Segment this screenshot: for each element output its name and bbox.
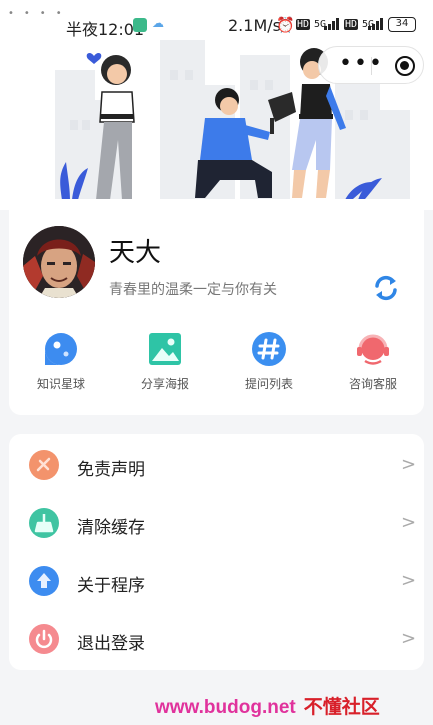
network-speed: 2.1M/s [228, 16, 281, 35]
menu-item-disclaimer[interactable]: 免责声明 > [9, 436, 424, 494]
status-bar: •••• 半夜12:01 ☁ 2.1M/s ⏰ HD 5G HD 5G 34 [0, 0, 433, 50]
user-signature: 青春里的温柔一定与你有关 [109, 282, 277, 298]
grid-item-label: 咨询客服 [348, 377, 397, 391]
grid-item-label: 提问列表 [244, 377, 293, 391]
settings-menu: 免责声明 > 清除缓存 > 关于程序 > 退出登录 > [9, 434, 424, 670]
planet-icon [43, 331, 79, 367]
hd-badge-1: HD [296, 19, 311, 30]
profile-card: 天大 青春里的温柔一定与你有关 知识星球 分享海报 提问列表 咨询客服 [9, 199, 424, 415]
feature-grid: 知识星球 分享海报 提问列表 咨询客服 [9, 331, 424, 401]
menu-item-about[interactable]: 关于程序 > [9, 552, 424, 610]
grid-item-label: 知识星球 [36, 377, 85, 391]
watermark-url: www.budog.net [155, 697, 296, 718]
grid-item-share-poster[interactable]: 分享海报 [113, 331, 217, 401]
menu-item-label: 退出登录 [77, 634, 145, 654]
signal-icon-2 [368, 18, 384, 30]
more-menu-icon[interactable]: ••• [339, 51, 384, 76]
chevron-right-icon: > [401, 628, 417, 649]
grid-item-knowledge-planet[interactable]: 知识星球 [9, 331, 113, 401]
signal-icon-1 [324, 18, 342, 30]
site-watermark: www.budog.net 不懂社区 [155, 692, 380, 719]
chevron-right-icon: > [401, 512, 417, 533]
refresh-icon[interactable] [371, 273, 401, 303]
power-icon [29, 624, 59, 654]
battery-icon: 34 [388, 17, 416, 32]
headset-icon [355, 331, 391, 367]
chevron-right-icon: > [401, 570, 417, 591]
user-nickname: 天大 [109, 238, 162, 268]
avatar[interactable] [23, 226, 95, 298]
notification-dots-icon: •••• [8, 8, 72, 19]
broom-icon [29, 508, 59, 538]
hashtag-icon [251, 331, 287, 367]
capsule-divider [371, 57, 372, 75]
disclaimer-icon [29, 450, 59, 480]
grid-item-label: 分享海报 [140, 377, 189, 391]
hd-badge-2: HD [344, 19, 359, 30]
grid-item-question-list[interactable]: 提问列表 [217, 331, 321, 401]
grid-item-customer-service[interactable]: 咨询客服 [321, 331, 425, 401]
alarm-icon: ⏰ [276, 16, 295, 34]
menu-item-label: 清除缓存 [77, 518, 145, 538]
image-icon [147, 331, 183, 367]
menu-item-label: 免责声明 [77, 460, 145, 480]
menu-item-label: 关于程序 [77, 576, 145, 596]
menu-item-clear-cache[interactable]: 清除缓存 > [9, 494, 424, 552]
app-notification-icon [133, 18, 147, 32]
close-miniprogram-icon[interactable] [395, 56, 415, 76]
menu-item-logout[interactable]: 退出登录 > [9, 610, 424, 668]
cloud-icon: ☁ [152, 16, 164, 30]
miniprogram-capsule: ••• [318, 46, 424, 84]
upload-icon [29, 566, 59, 596]
avatar-image [23, 226, 95, 298]
watermark-name: 不懂社区 [303, 697, 380, 718]
chevron-right-icon: > [401, 454, 417, 475]
